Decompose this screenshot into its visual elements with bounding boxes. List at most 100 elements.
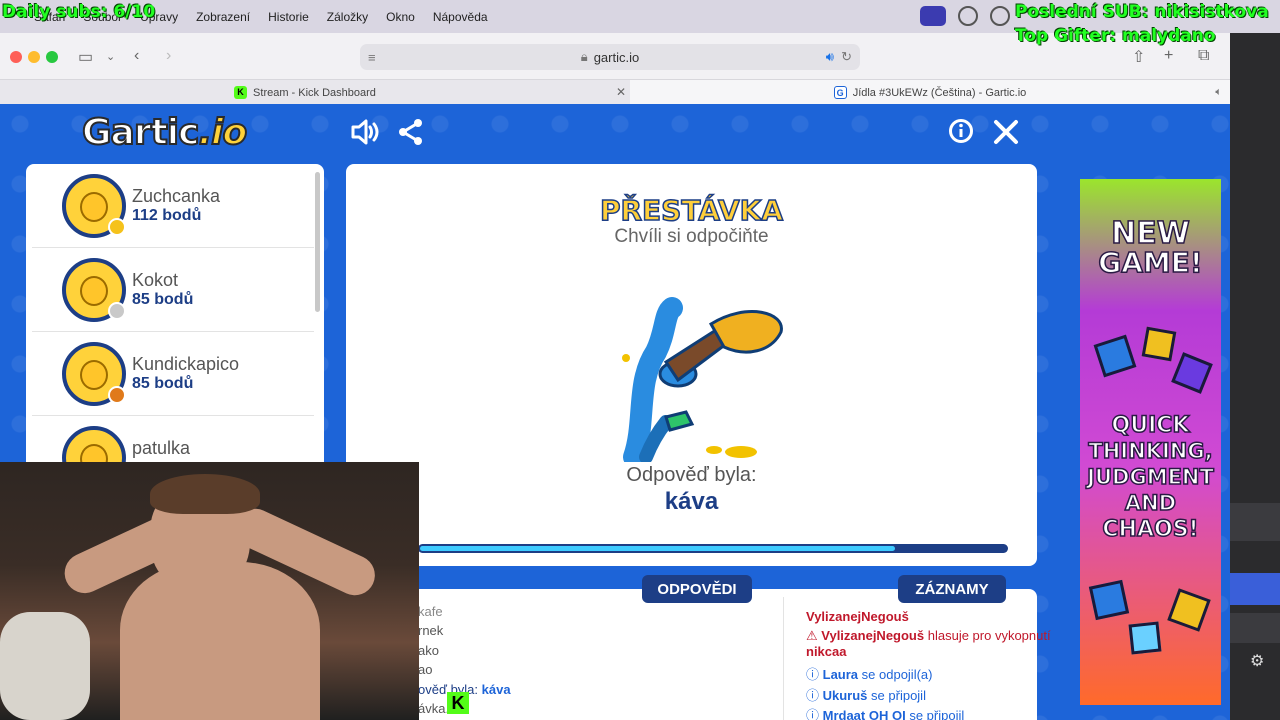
- dock-item-active[interactable]: [1230, 573, 1280, 605]
- dock-item[interactable]: [1230, 613, 1280, 643]
- ad-tile-icon: [1088, 579, 1130, 621]
- info-icon[interactable]: [948, 118, 974, 151]
- minimize-window-button[interactable]: [28, 51, 40, 63]
- top-gifter-overlay: Top Gifter: malydano: [1015, 26, 1216, 46]
- webcam-overlay: [0, 462, 419, 720]
- player-name: Zuchcanka: [132, 186, 221, 206]
- dock-item[interactable]: [1230, 503, 1280, 541]
- log-entry: ⓘ Ukuruš se připojil: [806, 688, 926, 703]
- audio-icon[interactable]: 🔊︎: [826, 49, 834, 65]
- players-list: Zuchcanka 112 bodů Kokot 85 bodů Kundick…: [26, 164, 324, 474]
- ad-tile-icon: [1093, 334, 1137, 378]
- close-icon[interactable]: [992, 118, 1020, 153]
- sidebar-icon[interactable]: ▭: [78, 47, 93, 67]
- tab-overview-icon[interactable]: ⧉: [1198, 47, 1209, 65]
- player-points: 85 bodů: [132, 375, 194, 392]
- player-name: Kundickapico: [132, 354, 240, 374]
- gartic-favicon-icon: G: [833, 86, 847, 99]
- ad-tile-icon: [1141, 326, 1177, 362]
- log-entry: VylizanejNegouš: [806, 609, 909, 624]
- gear-icon[interactable]: ⚙: [1250, 651, 1264, 671]
- records-tab[interactable]: ZÁZNAMY: [898, 575, 1006, 603]
- advertisement-banner[interactable]: NEW GAME! QUICK THINKING, JUDGMENT AND C…: [1080, 179, 1221, 705]
- tab-audio-icon[interactable]: 🔈︎: [1215, 86, 1222, 99]
- player-points: 85 bodů: [132, 291, 194, 308]
- menu-napoveda[interactable]: Nápověda: [433, 10, 488, 24]
- reload-icon[interactable]: ↻: [841, 49, 852, 65]
- share-icon[interactable]: [398, 118, 424, 153]
- menu-historie[interactable]: Historie: [268, 10, 309, 24]
- dollar-icon[interactable]: [990, 6, 1010, 26]
- url-text: gartic.io: [593, 49, 640, 65]
- menu-okno[interactable]: Okno: [386, 10, 415, 24]
- close-window-button[interactable]: [10, 51, 22, 63]
- answer-message: kafe: [418, 604, 443, 619]
- new-tab-icon[interactable]: +: [1164, 47, 1173, 65]
- close-tab-icon[interactable]: ✕: [616, 85, 626, 99]
- kick-logo-icon: K: [447, 692, 469, 714]
- answer-message: ako: [418, 643, 439, 658]
- ad-tile-icon: [1128, 621, 1162, 655]
- menu-zalozky[interactable]: Záložky: [327, 10, 368, 24]
- avatar: [62, 258, 126, 322]
- ad-tagline: AND: [1124, 491, 1177, 515]
- rank-badge: [108, 302, 126, 320]
- daily-subs-overlay: Daily subs: 6/10: [2, 2, 156, 22]
- log-entry: ⚠ VylizanejNegouš hlasuje pro vykopnutí: [806, 628, 1051, 643]
- player-name: patulka: [132, 438, 191, 458]
- back-icon[interactable]: ‹: [134, 47, 139, 65]
- answer-label: Odpověď byla:: [626, 464, 757, 486]
- screen-share-icon[interactable]: [920, 6, 946, 26]
- drawing-board: PŘESTÁVKA Chvíli si odpočiňte Odpověď by…: [346, 164, 1037, 566]
- ad-headline: GAME!: [1098, 246, 1204, 279]
- log-entry: ⓘ Laura se odpojil(a): [806, 667, 933, 682]
- forward-icon[interactable]: ›: [166, 47, 171, 65]
- lock-icon: 🔒︎: [580, 49, 588, 64]
- answers-tab[interactable]: ODPOVĚDI: [642, 575, 752, 603]
- players-scrollbar[interactable]: [315, 172, 320, 312]
- tab-bar: K Stream - Kick Dashboard ✕ G Jídla #3Uk…: [0, 79, 1230, 105]
- avatar: [62, 174, 126, 238]
- ad-tagline: CHAOS!: [1102, 517, 1200, 542]
- side-dock: ⚙: [1230, 33, 1280, 720]
- ad-headline: NEW: [1110, 216, 1190, 251]
- player-row[interactable]: Kokot 85 bodů: [32, 248, 314, 332]
- gartic-logo[interactable]: Gartic.io: [81, 111, 248, 154]
- zoom-window-button[interactable]: [46, 51, 58, 63]
- address-bar[interactable]: ≡ 🔒︎ gartic.io 🔊︎ ↻: [360, 44, 860, 70]
- pencil-mascot-icon: [622, 297, 783, 462]
- break-title: PŘESTÁVKA: [599, 193, 784, 228]
- log-entry-target: nikcaa: [806, 644, 847, 659]
- ad-tagline: QUICK: [1111, 413, 1190, 438]
- round-progress-bar: [418, 544, 1008, 553]
- avatar: [62, 342, 126, 406]
- sound-icon[interactable]: [350, 118, 380, 153]
- share-icon[interactable]: ⇧: [1132, 47, 1145, 67]
- tab-gartic[interactable]: G Jídla #3UkEWz (Čeština) - Gartic.io 🔈︎: [630, 80, 1230, 105]
- status-circle-icon[interactable]: [958, 6, 978, 26]
- page-menu-icon[interactable]: ≡: [368, 50, 376, 65]
- ad-tile-icon: [1167, 588, 1211, 632]
- break-subtitle: Chvíli si odpočiňte: [614, 226, 769, 247]
- menu-zobrazeni[interactable]: Zobrazení: [196, 10, 250, 24]
- rank-badge: [108, 218, 126, 236]
- player-name: Kokot: [132, 270, 179, 290]
- chat-divider: [783, 597, 784, 720]
- tab-title: Jídla #3UkEWz (Čeština) - Gartic.io: [852, 86, 1027, 99]
- ad-tagline: THINKING,: [1088, 439, 1214, 463]
- ad-tagline: JUDGMENT: [1086, 465, 1214, 489]
- log-entry: ⓘ Mrdaat OH OI se připojil: [806, 708, 965, 720]
- tab-kick-dashboard[interactable]: K Stream - Kick Dashboard: [0, 80, 610, 105]
- logo-main: Gartic: [81, 111, 200, 154]
- progress-fill: [420, 546, 895, 551]
- player-row[interactable]: Kundickapico 85 bodů: [32, 332, 314, 416]
- chevron-down-icon[interactable]: ⌄: [106, 50, 115, 63]
- answer-word: káva: [664, 488, 719, 515]
- last-sub-overlay: Poslední SUB: nikisistkova: [1015, 2, 1269, 22]
- tab-title: Stream - Kick Dashboard: [253, 86, 376, 99]
- player-points: 112 bodů: [132, 207, 202, 224]
- kick-favicon-icon: K: [234, 86, 248, 99]
- status-icons: [920, 6, 1010, 26]
- player-row[interactable]: Zuchcanka 112 bodů: [32, 164, 314, 248]
- answer-message: rnek: [418, 623, 444, 638]
